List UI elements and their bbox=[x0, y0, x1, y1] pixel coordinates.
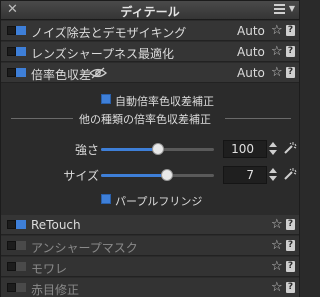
purple-fringe-label: パープルフリンジ bbox=[115, 195, 203, 208]
enable-toggle-unsharp[interactable] bbox=[16, 241, 26, 250]
eye-off-icon[interactable] bbox=[89, 67, 107, 79]
section-label-redeye: 赤目修正 bbox=[31, 283, 80, 297]
enable-toggle-moire[interactable] bbox=[16, 262, 26, 271]
help-icon[interactable]: ? bbox=[286, 282, 295, 293]
help-icon[interactable]: ? bbox=[286, 261, 295, 272]
section-red-eye[interactable]: 赤目修正 ☆ ? bbox=[1, 278, 299, 297]
divider bbox=[11, 118, 73, 119]
section-expand-toggle[interactable] bbox=[7, 262, 16, 271]
section-lens-sharpness[interactable]: レンズシャープネス最適化 Auto ☆ ? bbox=[1, 42, 299, 62]
intensity-stepper[interactable] bbox=[269, 140, 279, 158]
section-label-ca: 倍率色収差 bbox=[31, 68, 92, 82]
favorite-star-icon[interactable]: ☆ bbox=[271, 280, 283, 295]
size-slider-row: サイズ 7 bbox=[1, 165, 299, 185]
help-icon[interactable]: ? bbox=[286, 67, 295, 78]
section-expand-toggle[interactable] bbox=[7, 47, 16, 56]
section-expand-toggle[interactable] bbox=[7, 283, 16, 292]
intensity-slider[interactable] bbox=[101, 143, 214, 155]
panel-titlebar: ✕ ディテール ▼ bbox=[1, 1, 299, 20]
intensity-slider-fill bbox=[101, 148, 158, 151]
favorite-star-icon[interactable]: ☆ bbox=[271, 44, 283, 59]
enable-toggle-ca[interactable] bbox=[16, 68, 26, 77]
size-slider-fill bbox=[101, 174, 167, 177]
favorite-star-icon[interactable]: ☆ bbox=[271, 23, 283, 38]
favorite-star-icon[interactable]: ☆ bbox=[271, 65, 283, 80]
noise-mode-value[interactable]: Auto bbox=[237, 24, 265, 38]
section-label-unsharp: アンシャープマスク bbox=[31, 241, 138, 255]
size-slider[interactable] bbox=[101, 169, 214, 181]
divider bbox=[225, 118, 291, 119]
section-noise-reduction[interactable]: ノイズ除去とデモザイキング Auto ☆ ? bbox=[1, 21, 299, 41]
enable-toggle-retouch[interactable] bbox=[16, 220, 26, 229]
help-icon[interactable]: ? bbox=[286, 219, 295, 230]
ca-mode-value[interactable]: Auto bbox=[237, 66, 265, 80]
panel-title: ディテール bbox=[120, 5, 180, 19]
favorite-star-icon[interactable]: ☆ bbox=[271, 238, 283, 253]
help-icon[interactable]: ? bbox=[286, 25, 295, 36]
lens-mode-value[interactable]: Auto bbox=[237, 45, 265, 59]
magic-wand-icon[interactable] bbox=[283, 167, 297, 181]
other-ca-header-text: 他の種類の倍率色収差補正 bbox=[79, 113, 211, 126]
section-expand-toggle[interactable] bbox=[7, 241, 16, 250]
help-icon[interactable]: ? bbox=[286, 46, 295, 57]
section-chromatic-aberration[interactable]: 倍率色収差 Auto ☆ ? bbox=[1, 63, 299, 83]
section-label-noise: ノイズ除去とデモザイキング bbox=[31, 26, 187, 40]
enable-toggle-noise[interactable] bbox=[16, 26, 26, 35]
help-icon[interactable]: ? bbox=[286, 240, 295, 251]
favorite-star-icon[interactable]: ☆ bbox=[271, 259, 283, 274]
auto-ca-label: 自動倍率色収差補正 bbox=[115, 95, 214, 108]
intensity-label: 強さ bbox=[74, 143, 99, 157]
detail-panel: ✕ ディテール ▼ ノイズ除去とデモザイキング Auto ☆ ? レンズシャープ… bbox=[0, 0, 300, 297]
size-label: サイズ bbox=[63, 169, 99, 183]
section-unsharp-mask[interactable]: アンシャープマスク ☆ ? bbox=[1, 236, 299, 256]
size-slider-thumb[interactable] bbox=[160, 169, 173, 181]
favorite-star-icon[interactable]: ☆ bbox=[271, 217, 283, 232]
magic-wand-icon[interactable] bbox=[283, 141, 297, 155]
section-label-lens: レンズシャープネス最適化 bbox=[31, 47, 175, 61]
enable-toggle-redeye[interactable] bbox=[16, 283, 26, 292]
size-stepper[interactable] bbox=[269, 166, 279, 184]
section-expand-toggle[interactable] bbox=[7, 68, 16, 77]
intensity-slider-row: 強さ 100 bbox=[1, 139, 299, 159]
intensity-slider-thumb[interactable] bbox=[151, 143, 164, 155]
section-expand-toggle[interactable] bbox=[7, 26, 16, 35]
section-expand-toggle[interactable] bbox=[7, 220, 16, 229]
section-label-moire: モワレ bbox=[31, 262, 68, 276]
menu-icon[interactable] bbox=[274, 4, 285, 14]
intensity-value-field[interactable]: 100 bbox=[223, 140, 267, 158]
section-retouch[interactable]: ReTouch ☆ ? bbox=[1, 215, 299, 235]
size-value-field[interactable]: 7 bbox=[223, 166, 267, 184]
section-label-retouch: ReTouch bbox=[31, 218, 81, 232]
auto-ca-checkbox[interactable] bbox=[101, 94, 111, 104]
section-moire[interactable]: モワレ ☆ ? bbox=[1, 257, 299, 277]
enable-toggle-lens[interactable] bbox=[16, 47, 26, 56]
other-ca-section-header: 他の種類の倍率色収差補正 bbox=[1, 111, 299, 126]
purple-fringe-checkbox[interactable] bbox=[101, 194, 111, 204]
chevron-down-icon[interactable]: ▼ bbox=[289, 4, 295, 13]
